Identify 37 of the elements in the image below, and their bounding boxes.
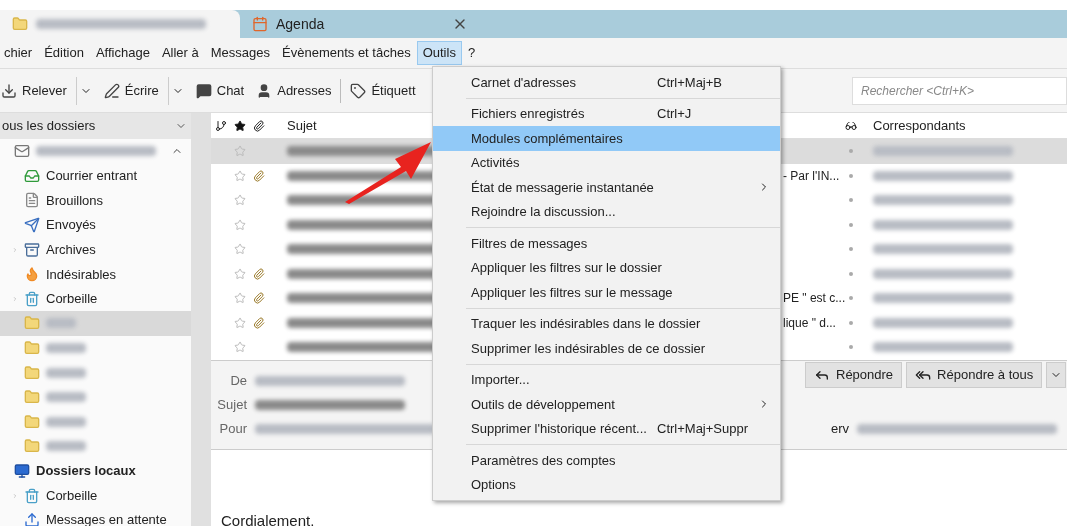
- menu-item-label: Activités: [471, 154, 521, 172]
- folder-label: Brouillons: [46, 191, 104, 210]
- menu-item-label: Filtres de messages: [471, 234, 589, 253]
- folder-label: Dossiers locaux: [36, 462, 136, 481]
- shortcut-text: Ctrl+Maj+B: [657, 73, 724, 92]
- menu-item-label: Carnet d'adresses: [471, 73, 578, 92]
- tab-label: Agenda: [276, 14, 325, 34]
- menu-item-label: Options: [471, 476, 517, 494]
- folder-label: Envoyés: [46, 216, 96, 235]
- menu-item-label: Fichiers enregistrés: [471, 105, 586, 123]
- menu-item-label: État de messagerie instantanée: [471, 178, 654, 197]
- header-value: erv: [831, 419, 850, 438]
- shortcut-text: Ctrl+J: [657, 105, 693, 123]
- folder-label: Corbeille: [46, 290, 98, 309]
- folder-label: Archives: [46, 240, 96, 259]
- folder-label: Corbeille: [46, 486, 98, 505]
- subject-text: - Par l'IN...: [783, 167, 840, 185]
- folder-label: Courrier entrant: [46, 167, 138, 186]
- menu-item-label: Rejoindre la discussion...: [471, 203, 617, 221]
- folder-pane-title: ous les dossiers: [2, 117, 96, 136]
- menu-item-label: Modules complémentaires: [471, 129, 624, 148]
- menu-item-label: Appliquer les filtres sur le dossier: [471, 259, 662, 277]
- menu-item-label: Importer...: [471, 371, 531, 389]
- message-body-text: Cordialement.: [221, 510, 316, 526]
- folder-label: Indésirables: [46, 265, 117, 284]
- menu-item-label: Traquer les indésirables dans le dossier: [471, 315, 701, 333]
- subject-text: PE " est c...: [783, 290, 846, 308]
- header-label: De: [229, 371, 247, 390]
- menu-item-label: Appliquer les filtres sur le message: [471, 283, 673, 302]
- subject-text: lique " d...: [783, 314, 836, 332]
- shortcut-text: Ctrl+Maj+Suppr: [657, 420, 750, 438]
- menu-item-label: Supprimer l'historique récent...: [471, 420, 648, 438]
- menu-item-label: Paramètres des comptes: [471, 451, 617, 470]
- header-label: Sujet: [216, 395, 247, 414]
- menu-item-label: Supprimer les indésirables de ce dossier: [471, 339, 706, 358]
- header-label: Pour: [218, 419, 247, 438]
- menu-item-label: Outils de développement: [471, 395, 616, 414]
